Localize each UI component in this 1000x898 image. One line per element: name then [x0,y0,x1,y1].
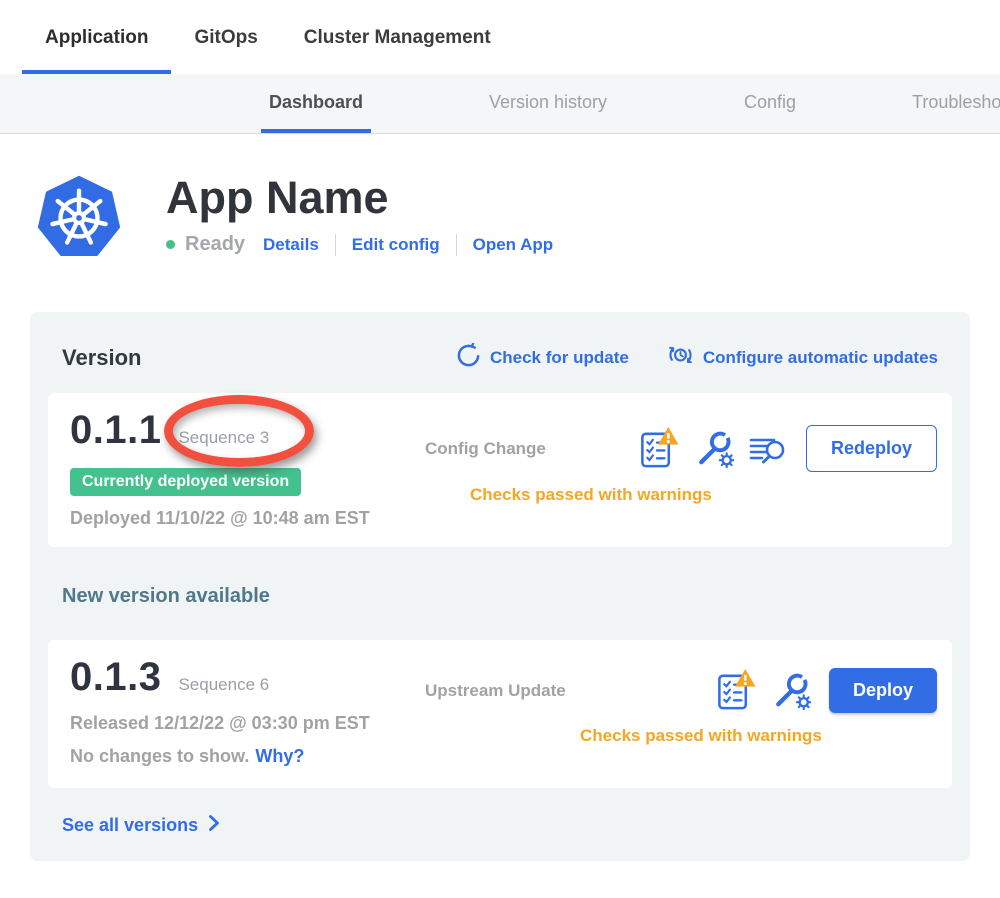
scheduled-update-icon [667,342,694,373]
app-header: App Name Ready Details Edit config Open … [35,174,1000,262]
app-status-row: Ready Details Edit config Open App [166,233,553,256]
current-sequence-label: Sequence 3 [178,428,269,448]
current-version-row: 0.1.1 Sequence 3 Currently deployed vers… [48,393,952,547]
no-changes-text: No changes to show. [70,746,249,766]
current-checks-status: Checks passed with warnings [410,485,937,505]
available-version-number: 0.1.3 [70,656,161,698]
tab-cluster-management[interactable]: Cluster Management [281,0,514,74]
current-source-label: Config Change [425,439,546,459]
preflight-checks-icon[interactable] [638,426,680,471]
tab-config[interactable]: Config [736,92,804,133]
see-all-versions-link[interactable]: See all versions [62,814,220,837]
available-checks-status: Checks passed with warnings [410,726,937,746]
divider [335,234,336,256]
config-icon[interactable] [771,669,811,712]
configure-auto-updates-link[interactable]: Configure automatic updates [667,342,938,373]
diff-icon[interactable] [748,429,788,469]
tab-troubleshoot[interactable]: Troubleshoot [904,92,1000,133]
redeploy-button[interactable]: Redeploy [806,425,937,472]
open-app-link[interactable]: Open App [473,235,554,255]
edit-config-link[interactable]: Edit config [352,235,440,255]
tab-application[interactable]: Application [22,0,171,74]
deployed-timestamp: Deployed 11/10/22 @ 10:48 am EST [70,508,410,529]
page-title: App Name [166,174,553,221]
current-version-number: 0.1.1 [70,409,161,451]
config-icon[interactable] [694,427,734,470]
tab-version-history[interactable]: Version history [481,92,615,133]
chevron-right-icon [208,814,220,837]
check-for-update-link[interactable]: Check for update [456,343,629,373]
no-changes-note: No changes to show. Why? [70,746,410,767]
deploy-button[interactable]: Deploy [829,668,937,713]
status-text: Ready [185,233,245,256]
new-version-heading: New version available [62,585,952,608]
available-version-row: 0.1.3 Sequence 6 Released 12/12/22 @ 03:… [48,640,952,788]
available-source-label: Upstream Update [425,681,566,701]
tab-dashboard[interactable]: Dashboard [261,92,371,133]
kubernetes-logo [35,174,123,262]
why-link[interactable]: Why? [255,746,304,766]
available-sequence-label: Sequence 6 [178,675,269,695]
secondary-nav: Dashboard Version history Config Trouble… [0,74,1000,134]
divider [456,234,457,256]
tab-gitops[interactable]: GitOps [171,0,280,74]
primary-nav: Application GitOps Cluster Management [0,0,1000,74]
see-all-versions-label: See all versions [62,815,198,836]
preflight-checks-icon[interactable] [715,668,757,713]
refresh-icon [456,343,481,373]
version-card: Version Check for update [30,312,970,861]
deployed-badge: Currently deployed version [70,468,301,496]
details-link[interactable]: Details [263,235,319,255]
version-heading: Version [62,345,141,371]
released-timestamp: Released 12/12/22 @ 03:30 pm EST [70,713,410,734]
status-dot-icon [166,240,175,249]
